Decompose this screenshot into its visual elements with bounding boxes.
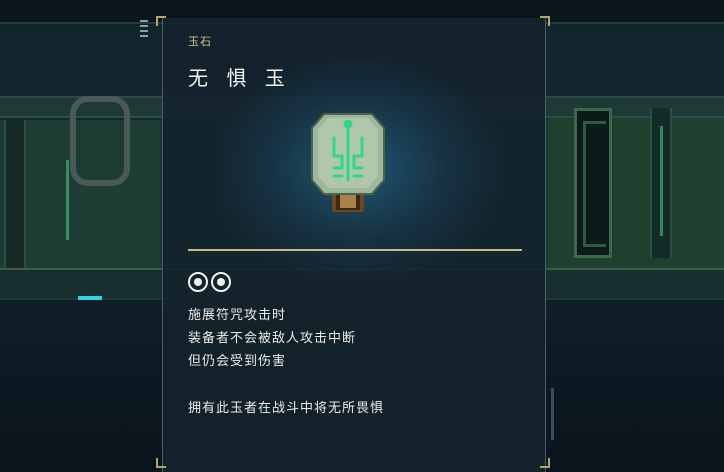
jade-stone-icon bbox=[311, 113, 385, 212]
left-pillar bbox=[4, 120, 26, 268]
description-line: 施展符咒攻击时 bbox=[188, 308, 287, 323]
left-glow-strip bbox=[66, 160, 69, 240]
panel-corner-bottom-right bbox=[540, 458, 550, 468]
panel-corner-top-right bbox=[540, 16, 550, 26]
pipe-decoration bbox=[70, 96, 130, 186]
cyan-floor-light bbox=[78, 296, 102, 300]
left-edge-ticks bbox=[140, 20, 148, 40]
slot-filled-icon bbox=[188, 272, 208, 292]
description-line: 但仍会受到伤害 bbox=[188, 354, 287, 369]
description-line: 装备者不会被敌人攻击中断 bbox=[188, 331, 357, 346]
flavor-text: 拥有此玉者在战斗中将无所畏惧 bbox=[188, 401, 385, 416]
maze-panel bbox=[574, 108, 612, 258]
item-name: 无 惧 玉 bbox=[188, 66, 291, 90]
panel-corner-top-left bbox=[156, 16, 166, 26]
right-glow-strip bbox=[660, 126, 663, 236]
panel-corner-bottom-left bbox=[156, 458, 166, 468]
item-category: 玉石 bbox=[188, 35, 212, 48]
slot-filled-icon bbox=[211, 272, 231, 292]
section-divider bbox=[188, 249, 522, 251]
charm-slots bbox=[188, 272, 231, 292]
scroll-indicator[interactable] bbox=[551, 388, 554, 440]
